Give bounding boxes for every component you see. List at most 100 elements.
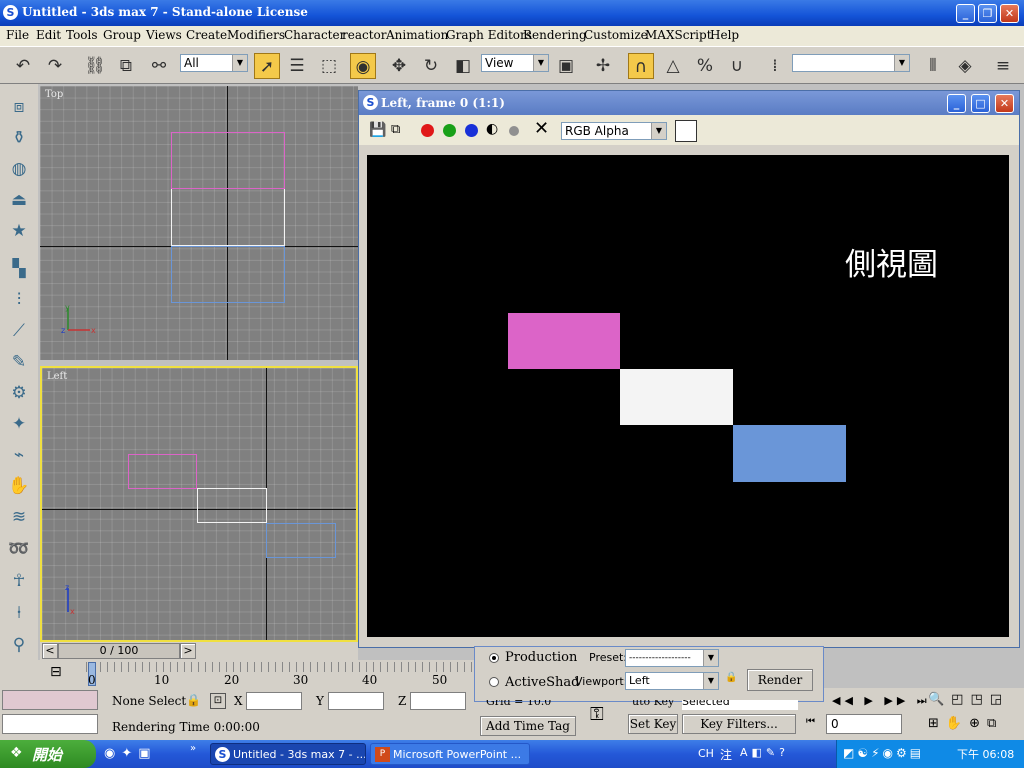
render-button[interactable]: Render [747,669,813,691]
unlink-icon[interactable]: ⧉ [113,53,139,79]
quick-launch-icon[interactable]: ◉✦▣ [104,746,157,761]
close-button[interactable]: ✕ [1000,4,1019,23]
timeline-track[interactable]: ⊟ 0 10 20 30 40 50 [0,660,474,688]
clone-icon[interactable]: ⧉ [391,122,400,137]
percent-snap-icon[interactable]: % [692,53,718,79]
scale-icon[interactable]: ◧ [450,53,476,79]
prev-frame-button[interactable]: < [42,643,58,659]
next-frame-button[interactable]: > [180,643,196,659]
save-icon[interactable]: 💾 [369,122,386,138]
viewport-label-left[interactable]: Left [47,371,67,382]
bone-icon[interactable]: ⍿ [6,600,32,626]
x-coordinate-field[interactable] [246,692,302,710]
color-swatch[interactable] [675,120,697,142]
reference-coord-dropdown[interactable]: View ▼ [481,54,549,72]
rectangular-selection-icon[interactable]: ⬚ [316,53,342,79]
zoom-icon[interactable]: 🔍◰◳◲ [928,692,1009,707]
rotate-icon[interactable]: ↻ [418,53,444,79]
lang-indicator[interactable]: CH [698,747,714,760]
move-icon[interactable]: ✥ [386,53,412,79]
z-coordinate-field[interactable] [410,692,466,710]
menu-maxscript[interactable]: MAXScript [645,28,712,42]
y-coordinate-field[interactable] [328,692,384,710]
render-window-title-bar[interactable]: S Left, frame 0 (1:1) _ □ ✕ [359,91,1019,115]
selection-filter-dropdown[interactable]: All ▼ [180,54,248,72]
preset-dropdown[interactable]: ------------------- ▼ [625,649,719,667]
alpha-channel-icon[interactable]: ◐ [486,121,498,137]
light-icon[interactable]: ✦ [6,411,32,437]
go-to-start-icon[interactable]: ⏮ [806,716,815,727]
maximize-button[interactable]: □ [971,94,990,113]
3ds-max-icon[interactable]: S [3,5,18,20]
key-icon[interactable]: ⚿ [590,704,604,725]
maxscript-listener-pink[interactable] [2,690,98,710]
edit-named-selection-icon[interactable]: ⁞ [762,53,788,79]
pivot-center-icon[interactable]: ▣ [553,53,579,79]
menu-reactor[interactable]: reactor [342,28,387,42]
menu-animation[interactable]: Animation [386,28,448,42]
lock-icon[interactable]: 🔒 [186,693,201,707]
redo-icon[interactable]: ↷ [42,53,68,79]
undo-icon[interactable]: ↶ [10,53,36,79]
key-filters-button[interactable]: Key Filters... [682,714,796,734]
snap-toggle-icon[interactable]: ∩ [628,53,654,79]
monochrome-icon[interactable] [509,126,519,136]
blue-channel-icon[interactable] [465,124,478,137]
box-icon[interactable]: ⧈ [6,94,32,120]
menu-file[interactable]: File [6,28,29,42]
menu-modifiers[interactable]: Modifiers [227,28,285,42]
torus-knot-icon[interactable]: ➿ [6,536,32,562]
blue-box-top[interactable] [171,246,285,303]
checker-icon[interactable]: ▚ [6,256,32,282]
top-viewport[interactable]: Top y x z [40,86,358,360]
mirror-icon[interactable]: ⫴ [920,53,946,79]
current-frame-field[interactable]: 0 [826,714,902,734]
pink-box-top[interactable] [171,132,285,189]
extrude-icon[interactable]: ⟋ [6,318,32,344]
select-object-icon[interactable]: ➚ [254,53,280,79]
viewport-dropdown[interactable]: Left ▼ [625,672,719,690]
menu-rendering[interactable]: Rendering [523,28,587,42]
menu-group[interactable]: Group [103,28,141,42]
channel-dropdown[interactable]: RGB Alpha ▼ [561,122,667,140]
viewport-label-top[interactable]: Top [45,89,63,100]
menu-character[interactable]: Character [284,28,345,42]
bind-space-warp-icon[interactable]: ⚯ [146,53,172,79]
start-button[interactable]: ❖ 開始 [0,740,96,768]
menu-views[interactable]: Views [146,28,182,42]
sphere-icon[interactable]: ◍ [6,156,32,182]
star-icon[interactable]: ★ [6,218,32,244]
maxscript-listener-white[interactable] [2,714,98,734]
align-icon[interactable]: ◈ [952,53,978,79]
ime-toolbar-icon[interactable]: A◧✎? [740,746,789,759]
biped-icon[interactable]: ☥ [6,568,32,594]
menu-edit[interactable]: Edit [36,28,61,42]
cone-icon[interactable]: ⏏ [6,187,32,213]
pan-icon[interactable]: ⊞✋⊕⧉ [928,716,1003,731]
green-channel-icon[interactable] [443,124,456,137]
helper-icon[interactable]: ✋ [6,473,32,499]
quick-launch-chevron-icon[interactable]: » [190,743,196,754]
angle-snap-icon[interactable]: △ [660,53,686,79]
layer-manager-icon[interactable]: ≡ [990,53,1016,79]
blue-box-left[interactable] [266,523,336,558]
pink-box-left[interactable] [128,454,197,489]
camera-icon[interactable]: ⌁ [6,442,32,468]
clear-icon[interactable]: ✕ [534,118,549,139]
time-slider[interactable]: < 0 / 100 > [40,642,358,660]
named-selection-dropdown[interactable]: ▼ [792,54,910,72]
set-key-button[interactable]: Set Key [628,714,678,734]
window-crossing-icon[interactable]: ◉ [350,53,376,79]
menu-customize[interactable]: Customize [584,28,648,42]
menu-graph-editors[interactable]: Graph Editors [446,28,532,42]
close-button[interactable]: ✕ [995,94,1014,113]
selected-dropdown[interactable]: Selected [682,700,798,710]
white-box-top[interactable] [171,189,285,246]
activeshade-radio[interactable] [489,677,499,687]
mini-curve-editor-icon[interactable]: ⊟ [50,664,62,680]
minimize-button[interactable]: _ [956,4,975,23]
teapot-icon[interactable]: ⚱ [6,125,32,151]
select-by-name-icon[interactable]: ☰ [284,53,310,79]
manipulate-icon[interactable]: ✢ [590,53,616,79]
ime-indicator[interactable]: 注 [720,746,732,763]
